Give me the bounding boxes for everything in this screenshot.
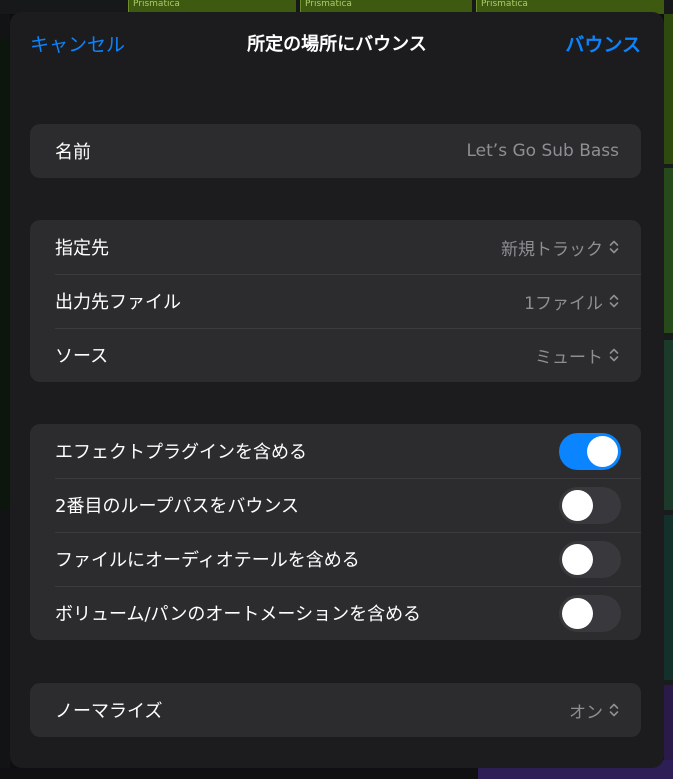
audio-tail-row: ファイルにオーディオテールを含める [30,532,641,586]
bounce-toggles-group: エフェクトプラグインを含める 2番目のループパスをバウンス ファイルにオーディオ… [30,424,641,640]
normalize-row[interactable]: ノーマライズ オン [30,683,641,737]
destination-value[interactable]: 新規トラック [501,235,619,260]
name-label: 名前 [55,142,91,163]
second-cycle-row: 2番目のループパスをバウンス [30,478,641,532]
background-right-region [664,168,673,333]
automation-row: ボリューム/パンのオートメーションを含める [30,586,641,640]
background-region-label: Prismatica [481,0,528,9]
switch-knob [587,435,618,467]
include-effects-switch[interactable] [559,432,621,470]
source-label: ソース [55,346,109,367]
switch-knob [562,597,593,629]
destination-row[interactable]: 指定先 新規トラック [30,220,641,274]
destination-label: 指定先 [55,238,109,259]
output-options-group: 指定先 新規トラック 出力先ファイル 1ファイル ソース ミュート [30,220,641,382]
name-value[interactable]: Let’s Go Sub Bass [467,141,620,161]
second-cycle-label: 2番目のループパスをバウンス [55,496,300,517]
normalize-value[interactable]: オン [569,698,619,723]
chevron-up-down-icon [609,348,619,362]
sheet-navbar: キャンセル 所定の場所にバウンス バウンス [10,12,664,80]
background-right-region [664,515,673,680]
chevron-up-down-icon [609,240,619,254]
background-region-label: Prismatica [305,0,352,9]
source-value[interactable]: ミュート [535,343,619,368]
output-file-value[interactable]: 1ファイル [524,289,619,314]
bounce-in-place-sheet: キャンセル 所定の場所にバウンス バウンス 名前 Let’s Go Sub Ba… [10,12,664,768]
background-left-region [0,40,10,510]
normalize-group: ノーマライズ オン [30,683,641,737]
output-file-value-text: 1ファイル [524,293,603,314]
output-file-label: 出力先ファイル [55,292,181,313]
include-effects-label: エフェクトプラグインを含める [55,442,307,463]
background-region-label: Prismatica [133,0,180,9]
chevron-up-down-icon [609,294,619,308]
name-group: 名前 Let’s Go Sub Bass [30,124,641,178]
source-row[interactable]: ソース ミュート [30,328,641,382]
normalize-label: ノーマライズ [55,701,163,722]
audio-tail-switch[interactable] [559,540,621,578]
chevron-up-down-icon [609,703,619,717]
switch-knob [562,489,593,521]
normalize-value-text: オン [569,702,603,723]
background-right-region [664,340,673,510]
background-right-region [664,14,673,164]
automation-switch[interactable] [559,594,621,632]
automation-label: ボリューム/パンのオートメーションを含める [55,604,422,625]
switch-knob [562,543,593,575]
second-cycle-switch[interactable] [559,486,621,524]
bounce-button[interactable]: バウンス [565,34,641,56]
name-row[interactable]: 名前 Let’s Go Sub Bass [30,124,641,178]
source-value-text: ミュート [535,347,603,368]
cancel-button[interactable]: キャンセル [30,34,125,56]
include-effects-row: エフェクトプラグインを含める [30,424,641,478]
output-file-row[interactable]: 出力先ファイル 1ファイル [30,274,641,328]
audio-tail-label: ファイルにオーディオテールを含める [55,550,360,571]
destination-value-text: 新規トラック [501,239,603,260]
